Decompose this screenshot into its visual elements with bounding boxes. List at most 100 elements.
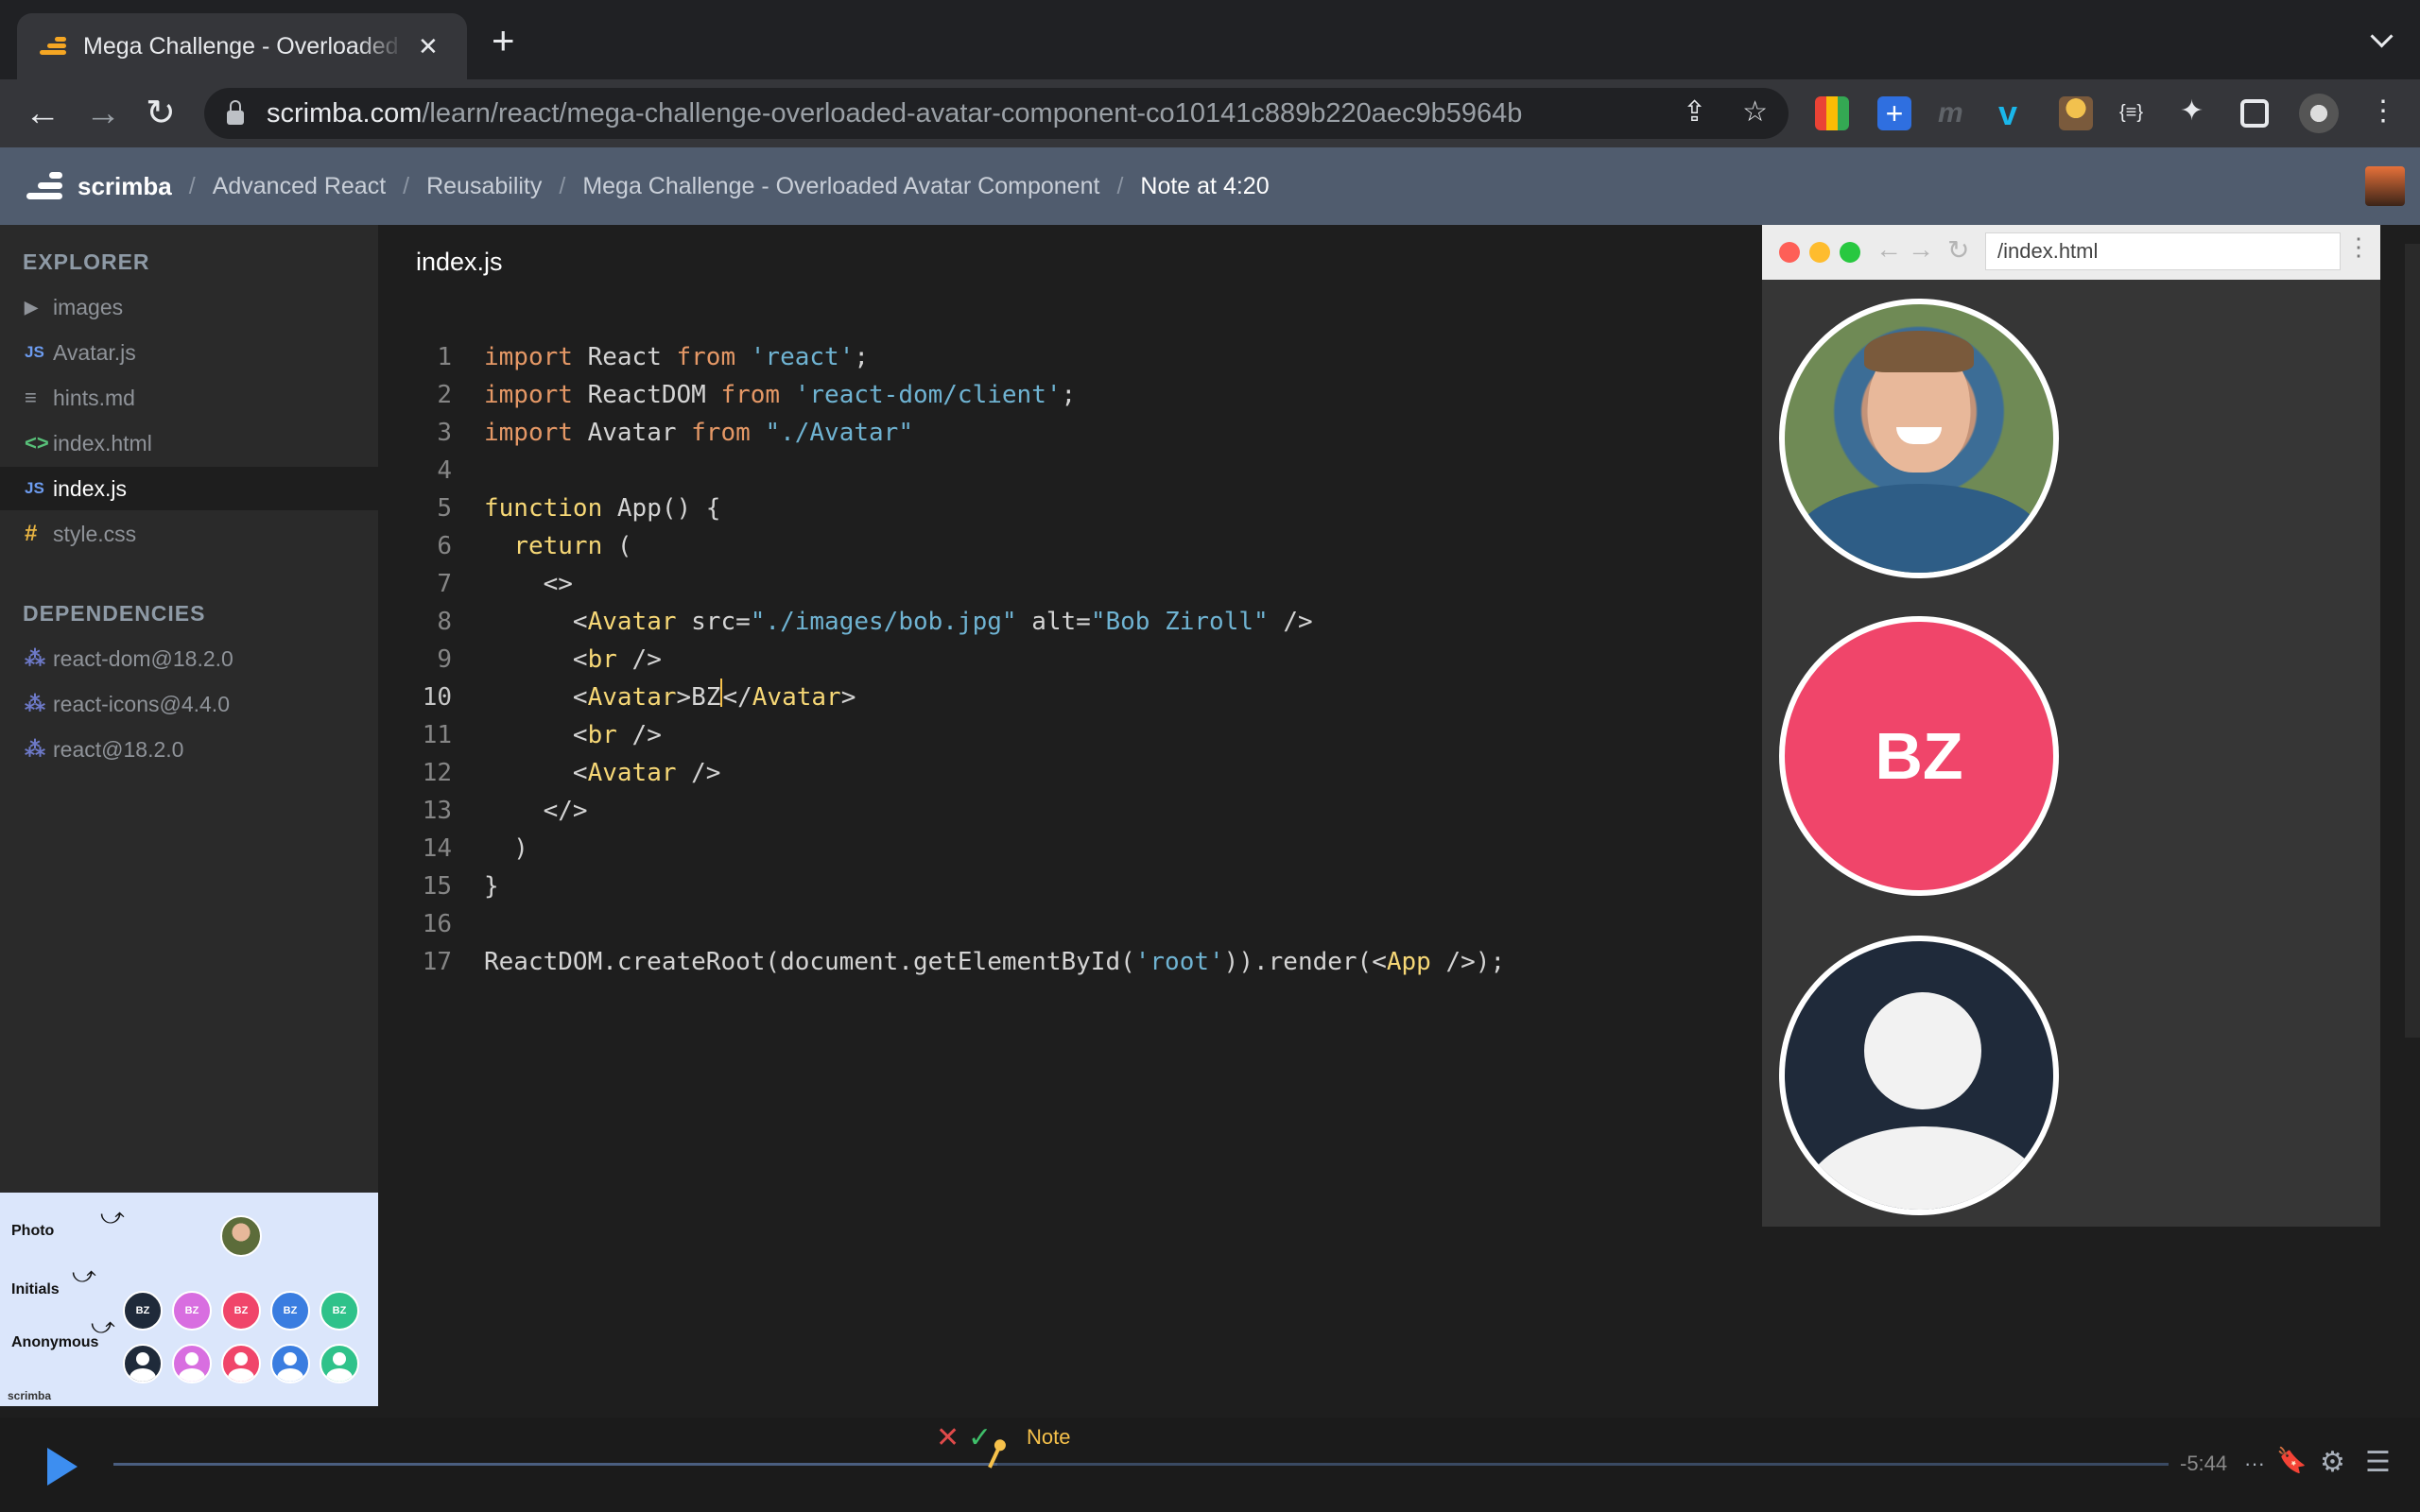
close-dot-icon: [1779, 242, 1800, 263]
preview-back-icon[interactable]: ←: [1876, 234, 1902, 265]
code-line: 12 < Avatar />: [422, 759, 721, 787]
side-panel-icon[interactable]: [2240, 99, 2269, 128]
slide-label-anonymous: Anonymous: [11, 1334, 99, 1350]
code-editor[interactable]: index.js 1 import React from 'react'; 2 im…: [378, 225, 1758, 1418]
accept-note-icon[interactable]: ✓: [968, 1421, 992, 1454]
slide-anonymous-avatar: [320, 1344, 359, 1383]
browser-tab[interactable]: Mega Challenge - Overloaded Avatar Compo…: [17, 13, 467, 79]
breadcrumb-course[interactable]: Advanced React: [213, 173, 386, 200]
slide-initials-avatar: BZ: [172, 1291, 212, 1331]
file-item-hints-md[interactable]: ≡ hints.md: [0, 376, 378, 420]
user-silhouette-icon: [1864, 992, 1981, 1109]
forward-button[interactable]: →: [85, 93, 121, 134]
explorer-title: EXPLORER: [23, 249, 150, 274]
slide-photo-avatar: [220, 1215, 262, 1257]
dependency-react[interactable]: ⁂ react@18.2.0: [0, 728, 378, 771]
back-button[interactable]: ←: [25, 93, 60, 134]
breadcrumb-module[interactable]: Reusability: [426, 173, 542, 200]
time-remaining: -5:44: [2180, 1452, 2228, 1475]
playback-bar: ✕ ✓ Note -5:44 ··· 🔖 ⚙ ☰: [0, 1418, 2420, 1512]
code-line: 16: [422, 910, 452, 938]
code-line: 11 < br />: [422, 721, 662, 749]
tab-search-chevron-icon[interactable]: [2370, 25, 2394, 48]
reload-button[interactable]: ↻: [146, 93, 176, 134]
user-avatar[interactable]: [2365, 166, 2405, 206]
slide-thumbnail[interactable]: Photo Initials Anonymous ⤻ ⤻ ⤻ BZ BZ BZ …: [0, 1193, 378, 1406]
file-item-index-js[interactable]: JS index.js: [0, 467, 378, 510]
preview-toolbar: ← → ↻ /index.html ⋮: [1762, 225, 2380, 280]
list-icon[interactable]: ☰: [2365, 1446, 2391, 1479]
code-line: 17 ReactDOM.createRoot(document.getElemen…: [422, 948, 1506, 976]
avatar-extension-icon[interactable]: [2059, 96, 2093, 130]
vimeo-extension-icon[interactable]: v: [1998, 96, 2032, 130]
preview-reload-icon[interactable]: ↻: [1947, 234, 1969, 266]
file-item-images[interactable]: ▶ images: [0, 285, 378, 329]
folder-chevron-icon: ▶: [25, 297, 38, 317]
slide-initials-avatar: BZ: [270, 1291, 310, 1331]
file-item-style-css[interactable]: # style.css: [0, 512, 378, 556]
slide-initials-avatar: BZ: [123, 1291, 163, 1331]
note-label[interactable]: Note: [1027, 1425, 1070, 1450]
preview-menu-icon[interactable]: ⋮: [2346, 232, 2371, 262]
more-icon[interactable]: ···: [2244, 1452, 2265, 1476]
css-file-icon: #: [25, 521, 38, 546]
new-tab-button[interactable]: +: [492, 21, 515, 60]
file-item-index-html[interactable]: <> index.html: [0, 421, 378, 465]
arrow-icon: ⤻: [100, 1204, 125, 1229]
scrimba-favicon-icon: [38, 35, 66, 58]
code-lines[interactable]: 1 import React from 'react'; 2 import Reac…: [378, 338, 1505, 981]
arrow-icon: ⤻: [72, 1263, 96, 1288]
scrimba-logo-icon[interactable]: [25, 172, 62, 200]
preview-forward-icon[interactable]: →: [1908, 234, 1934, 265]
extensions-puzzle-icon[interactable]: ✦: [2180, 94, 2204, 128]
photo-avatar: [1779, 299, 2059, 578]
code-line: 9 < br />: [437, 645, 662, 674]
slide-anonymous-avatar: [172, 1344, 212, 1383]
code-line: 1 import React from 'react';: [437, 343, 870, 371]
dependency-react-icons[interactable]: ⁂ react-icons@4.4.0: [0, 682, 378, 726]
js-file-icon: JS: [25, 479, 44, 497]
bookmark-icon[interactable]: 🔖: [2276, 1446, 2307, 1475]
lock-icon: [227, 99, 244, 125]
code-line: 14 ): [422, 834, 528, 863]
plus-extension-icon[interactable]: +: [1877, 96, 1911, 130]
package-icon: ⁂: [25, 737, 45, 761]
package-icon: ⁂: [25, 646, 45, 670]
address-url[interactable]: scrimba.com/learn/react/mega-challenge-o…: [267, 98, 1522, 129]
file-explorer: EXPLORER ▶ images JS Avatar.js ≡ hints.m…: [0, 225, 378, 1193]
code-line: 3 import Avatar from "./Avatar": [437, 419, 913, 447]
dependency-react-dom[interactable]: ⁂ react-dom@18.2.0: [0, 637, 378, 680]
play-icon[interactable]: [47, 1448, 78, 1486]
anonymous-avatar: [1779, 936, 2059, 1215]
tab-close-icon[interactable]: ✕: [418, 32, 439, 61]
json-extension-icon[interactable]: {≡}: [2119, 102, 2143, 124]
maximize-dot-icon: [1840, 242, 1860, 263]
slide-initials-avatar: BZ: [221, 1291, 261, 1331]
address-bar[interactable]: scrimba.com/learn/react/mega-challenge-o…: [204, 88, 1789, 139]
profile-avatar[interactable]: [2299, 94, 2339, 133]
settings-icon[interactable]: ⚙: [2320, 1446, 2345, 1479]
bookmark-star-icon[interactable]: ☆: [1742, 95, 1768, 129]
browser-toolbar: ← → ↻ scrimba.com/learn/react/mega-chall…: [0, 79, 2420, 147]
editor-filename: index.js: [416, 248, 503, 276]
browser-tab-strip: Mega Challenge - Overloaded Avatar Compo…: [0, 0, 2420, 79]
scrimba-brand[interactable]: scrimba: [78, 172, 172, 201]
share-icon[interactable]: ⇪: [1683, 95, 1706, 129]
file-item-avatar-js[interactable]: JS Avatar.js: [0, 331, 378, 374]
preview-url-field[interactable]: /index.html: [1985, 232, 2341, 270]
reject-note-icon[interactable]: ✕: [936, 1421, 959, 1454]
breadcrumb-note: Note at 4:20: [1140, 172, 1270, 199]
breadcrumb-lesson[interactable]: Mega Challenge - Overloaded Avatar Compo…: [582, 173, 1099, 200]
slide-label-photo: Photo: [11, 1223, 55, 1239]
tab-title: Mega Challenge - Overloaded Avatar Compo…: [83, 32, 405, 60]
preview-scrollbar[interactable]: [2405, 244, 2420, 1038]
code-line: 7 <>: [437, 570, 573, 598]
package-icon: ⁂: [25, 692, 45, 715]
arrow-icon: ⤻: [91, 1314, 115, 1339]
m-extension-icon[interactable]: m: [1938, 96, 1972, 130]
browser-menu-icon[interactable]: ⋮: [2369, 94, 2397, 128]
slide-label-initials: Initials: [11, 1281, 60, 1297]
initials-avatar: BZ: [1779, 616, 2059, 896]
colorful-extension-icon[interactable]: [1815, 96, 1849, 130]
preview-browser: ← → ↻ /index.html ⋮ BZ: [1762, 225, 2380, 1227]
